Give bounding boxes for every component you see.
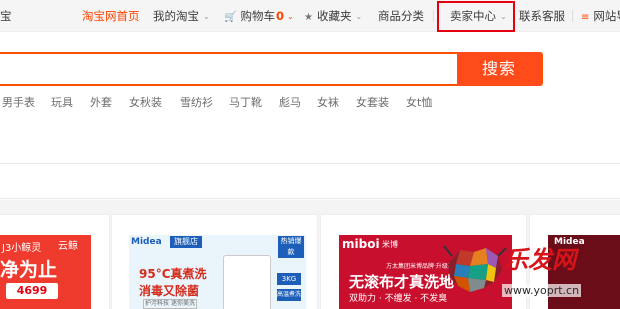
site-nav-label: 网站导 (593, 9, 620, 23)
promo-hot-badge: 热销爆款 (278, 236, 304, 258)
cart-count: 0 (275, 9, 284, 23)
promo-brand: 米博 (382, 240, 398, 249)
hot-keyword[interactable]: 雪纺衫 (180, 94, 213, 110)
hot-keyword[interactable]: 女秋装 (129, 94, 162, 110)
hot-keyword[interactable]: 男手表 (2, 94, 35, 110)
taobao-home-link[interactable]: 淘宝网首页 (82, 0, 140, 32)
promo-badge: 高温煮洗 (277, 289, 301, 301)
favorites-menu[interactable]: ★ 收藏夹 ⌄ (304, 0, 362, 32)
promo-line: 双助力 · 不缠发 · 不发臭 (349, 294, 448, 304)
seller-center-highlight (437, 1, 515, 32)
cart-icon: 🛒 (224, 12, 237, 23)
hot-keyword[interactable]: 女t恤 (406, 94, 432, 110)
top-navigation-bar: 宝 淘宝网首页 我的淘宝 ⌄ 🛒 购物车0 ⌄ ★ 收藏夹 ⌄ 商品分类 卖家中心 ⌄ 联系… (0, 0, 620, 32)
search-input[interactable] (0, 54, 462, 84)
customer-service-link[interactable]: 联系客服 (519, 0, 565, 32)
divider (572, 10, 573, 22)
hot-keyword[interactable]: 外套 (90, 94, 112, 110)
search-button[interactable]: 搜索 (457, 52, 541, 86)
promo-line: 无滚布才真洗地 (349, 273, 455, 291)
hot-keyword[interactable]: 彪马 (279, 94, 301, 110)
promo-brand: 云鲸 (58, 241, 78, 252)
divider (433, 10, 434, 22)
promo-small-text: 护污科技 迷你美洗 (143, 299, 197, 309)
promo-price: 4699 (6, 283, 58, 299)
chevron-down-icon: ⌄ (203, 12, 210, 21)
site-name-fragment: 宝 (0, 9, 12, 23)
promo-image[interactable]: Midea 旗舰店 热销爆款 95°C真煮洗 消毒又除菌 护污科技 迷你美洗 3… (129, 235, 306, 309)
hot-keyword[interactable]: 女袜 (317, 94, 339, 110)
promo-headline: 净为止 (0, 259, 58, 281)
my-taobao-menu[interactable]: 我的淘宝 ⌄ (153, 0, 210, 32)
promo-brand: Midea (131, 237, 162, 247)
watermark-logo-text: 乐发网 (504, 245, 576, 274)
promo-tag: 旗舰店 (170, 236, 202, 248)
cart-menu[interactable]: 🛒 购物车0 ⌄ (224, 0, 294, 32)
menu-lines-icon: ≡ (581, 12, 590, 23)
hot-keyword[interactable]: 女套装 (356, 94, 389, 110)
washing-machine-image (223, 255, 271, 309)
site-nav-menu[interactable]: ≡网站导 (581, 0, 620, 32)
search-box: 搜索 (0, 52, 543, 86)
watermark-url: www.yoprt.cn (502, 284, 582, 297)
hot-keyword[interactable]: 玩具 (51, 94, 73, 110)
promo-image[interactable]: J3小鲸灵 云鲸 净为止 4699 (0, 235, 91, 309)
promo-brand: miboi (342, 237, 380, 251)
promo-line: 95°C真煮洗 (139, 267, 207, 281)
promo-badge: 3KG (277, 273, 301, 285)
my-taobao-label: 我的淘宝 (153, 9, 199, 23)
hot-keyword[interactable]: 马丁靴 (229, 94, 262, 110)
categories-link[interactable]: 商品分类 (378, 0, 424, 32)
star-icon: ★ (304, 12, 313, 23)
promo-line: 消毒又除菌 (139, 284, 200, 298)
chevron-down-icon: ⌄ (355, 12, 363, 21)
watermark: 乐发网 www.yoprt.cn (440, 240, 620, 304)
chevron-down-icon: ⌄ (286, 12, 294, 21)
bull-logo-icon (443, 245, 507, 292)
cart-label: 购物车 (240, 9, 275, 23)
promo-title: J3小鲸灵 (2, 243, 42, 254)
category-strip (0, 163, 620, 199)
favorites-label: 收藏夹 (316, 9, 352, 23)
